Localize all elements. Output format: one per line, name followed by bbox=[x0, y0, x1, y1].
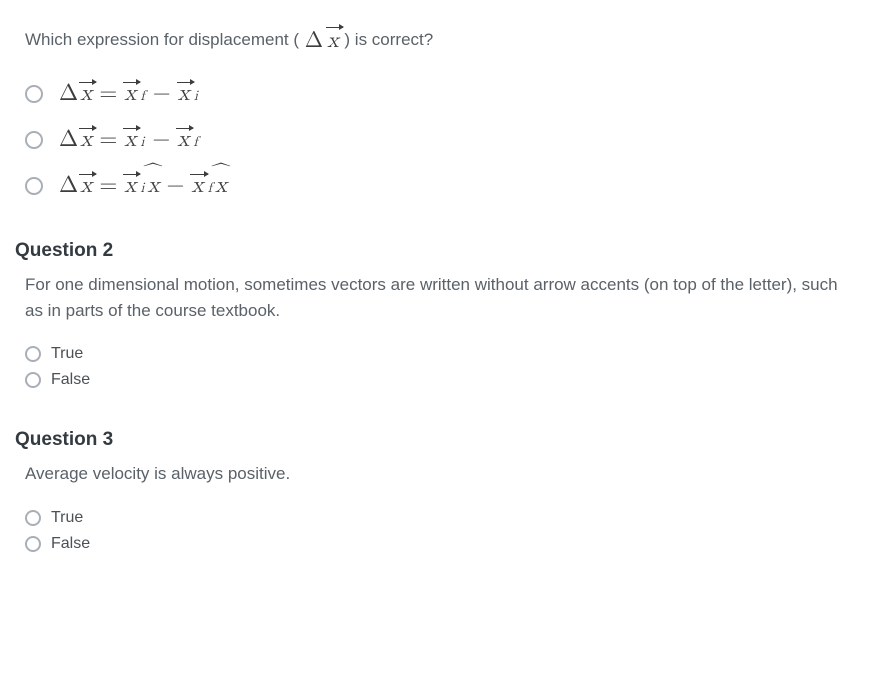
question-2-heading: Question 2 bbox=[15, 240, 850, 262]
radio-icon bbox=[25, 177, 43, 195]
q2-option-false-label: False bbox=[51, 371, 90, 389]
x-vector: x bbox=[124, 172, 136, 200]
x-vector: x bbox=[80, 172, 92, 200]
q2-option-true-label: True bbox=[51, 345, 83, 363]
x-vector: x bbox=[124, 80, 136, 108]
minus-symbol: − bbox=[147, 126, 175, 154]
q1-stem-symbol: Δx bbox=[305, 25, 339, 58]
equals-symbol: = bbox=[94, 172, 122, 200]
question-3: Question 3 Average velocity is always po… bbox=[15, 429, 850, 553]
q1-option-c-expression: Δx = xix − xfx bbox=[59, 172, 227, 200]
q1-option-c[interactable]: Δx = xix − xfx bbox=[25, 172, 850, 200]
q3-option-false[interactable]: False bbox=[25, 535, 850, 553]
minus-symbol: − bbox=[162, 172, 190, 200]
delta-symbol: Δ bbox=[59, 80, 78, 108]
x-vector: x bbox=[80, 126, 92, 154]
radio-icon bbox=[25, 372, 41, 388]
q3-option-false-label: False bbox=[51, 535, 90, 553]
q2-option-true[interactable]: True bbox=[25, 345, 850, 363]
question-2-stem: For one dimensional motion, sometimes ve… bbox=[25, 272, 850, 323]
question-3-stem: Average velocity is always positive. bbox=[25, 461, 850, 487]
delta-symbol: Δ bbox=[59, 126, 78, 154]
q1-option-a-expression: Δx = xf − xi bbox=[59, 80, 199, 108]
q1-option-b[interactable]: Δx = xi − xf bbox=[25, 126, 850, 154]
q2-option-false[interactable]: False bbox=[25, 371, 850, 389]
x-vector: x bbox=[177, 126, 189, 154]
question-1: Which expression for displacement ( Δx )… bbox=[25, 25, 850, 200]
q1-option-a[interactable]: Δx = xf − xi bbox=[25, 80, 850, 108]
radio-icon bbox=[25, 510, 41, 526]
q1-stem-prefix: Which expression for displacement ( bbox=[25, 30, 304, 49]
equals-symbol: = bbox=[94, 80, 122, 108]
subscript-f: f bbox=[138, 88, 145, 105]
x-vector: x bbox=[124, 126, 136, 154]
x-vector: x bbox=[191, 172, 203, 200]
minus-symbol: − bbox=[148, 80, 176, 108]
radio-icon bbox=[25, 131, 43, 149]
q1-option-b-expression: Δx = xi − xf bbox=[59, 126, 199, 154]
subscript-i: i bbox=[192, 88, 199, 105]
question-1-stem: Which expression for displacement ( Δx )… bbox=[25, 25, 850, 58]
x-hat: x bbox=[147, 172, 159, 200]
q3-option-true[interactable]: True bbox=[25, 509, 850, 527]
radio-icon bbox=[25, 346, 41, 362]
delta-symbol: Δ bbox=[305, 25, 323, 58]
q1-stem-suffix: ) is correct? bbox=[344, 30, 433, 49]
x-vector: x bbox=[178, 80, 190, 108]
question-2: Question 2 For one dimensional motion, s… bbox=[15, 240, 850, 389]
x-vector: x bbox=[80, 80, 92, 108]
x-hat: x bbox=[215, 172, 227, 200]
subscript-i: i bbox=[138, 134, 145, 151]
equals-symbol: = bbox=[94, 126, 122, 154]
x-vector: x bbox=[327, 25, 339, 58]
subscript-f: f bbox=[191, 134, 198, 151]
radio-icon bbox=[25, 536, 41, 552]
q3-option-true-label: True bbox=[51, 509, 83, 527]
radio-icon bbox=[25, 85, 43, 103]
question-3-heading: Question 3 bbox=[15, 429, 850, 451]
delta-symbol: Δ bbox=[59, 172, 78, 200]
